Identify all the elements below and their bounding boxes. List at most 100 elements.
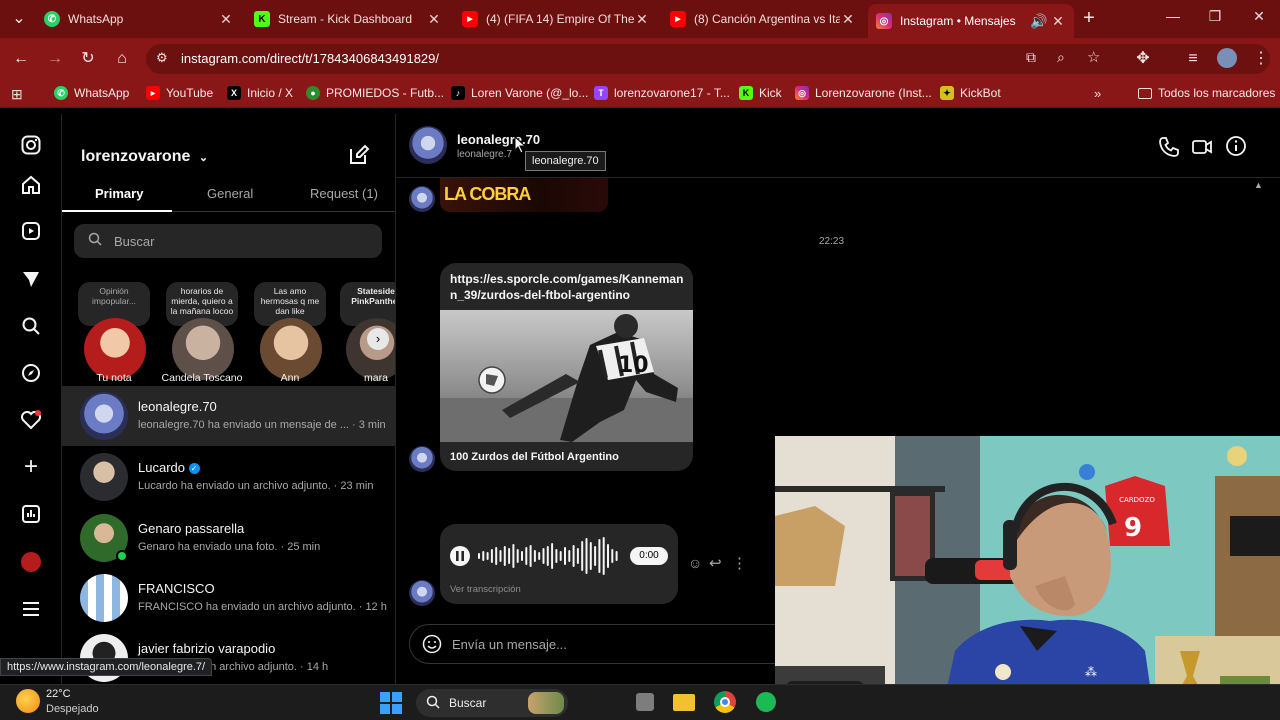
- thread-item[interactable]: Genaro passarella Genaro ha enviado una …: [62, 508, 395, 568]
- address-bar[interactable]: ⚙ instagram.com/direct/t/178434068434918…: [146, 44, 1270, 74]
- close-window-icon[interactable]: ✕: [1244, 8, 1274, 25]
- back-icon[interactable]: ←: [10, 48, 32, 70]
- create-icon[interactable]: +: [19, 453, 43, 480]
- task-view-icon[interactable]: [636, 693, 654, 711]
- chat-avatar[interactable]: [409, 126, 447, 164]
- more-bookmarks-icon[interactable]: »: [1094, 86, 1101, 101]
- thread-item[interactable]: FRANCISCO FRANCISCO ha enviado un archiv…: [62, 568, 395, 628]
- file-explorer-icon[interactable]: [673, 694, 695, 711]
- restore-icon[interactable]: ❐: [1200, 8, 1230, 25]
- forward-icon[interactable]: →: [44, 48, 66, 70]
- address-url[interactable]: instagram.com/direct/t/17843406843491829…: [181, 51, 439, 66]
- media-control-icon[interactable]: ≡: [1182, 48, 1204, 70]
- new-message-icon[interactable]: [348, 144, 370, 171]
- all-bookmarks-folder[interactable]: Todos los marcadores: [1138, 86, 1275, 100]
- thread-item[interactable]: leonalegre.70 leonalegre.70 ha enviado u…: [62, 386, 395, 446]
- inbox-account-switcher[interactable]: lorenzovarone ⌄: [81, 148, 208, 166]
- more-menu-icon[interactable]: [19, 597, 43, 621]
- bookmark-youtube[interactable]: ▶ YouTube: [146, 86, 213, 100]
- bookmark-label: Todos los marcadores: [1158, 86, 1276, 100]
- bookmark-twitch[interactable]: Tlorenzovarone17 - T...: [594, 86, 730, 100]
- tab-audio-icon[interactable]: 🔊: [1028, 13, 1050, 30]
- close-tab-icon[interactable]: ✕: [840, 11, 856, 28]
- message-composer[interactable]: Envía un mensaje...: [409, 624, 809, 664]
- messages-icon[interactable]: [19, 267, 43, 291]
- tab-requests[interactable]: Request (1): [310, 186, 378, 201]
- search-icon[interactable]: [19, 314, 43, 338]
- bookmark-star-icon[interactable]: ☆: [1087, 48, 1100, 66]
- bookmark-promiedos[interactable]: ● PROMIEDOS - Futb...: [306, 86, 444, 100]
- conversation-info-icon[interactable]: [1225, 135, 1247, 162]
- bookmark-kickbot[interactable]: ✦ KickBot: [940, 86, 1001, 100]
- scroll-up-arrow-icon[interactable]: ▲: [1254, 180, 1263, 190]
- profile-avatar[interactable]: [1217, 48, 1237, 68]
- thread-item[interactable]: Lucardo ✓ Lucardo ha enviado un archivo …: [62, 447, 395, 507]
- tab-search-icon[interactable]: ⌄: [8, 8, 30, 30]
- notes-next-arrow-icon[interactable]: ›: [367, 328, 389, 350]
- tab-general[interactable]: General: [207, 186, 253, 201]
- avatar: [172, 318, 234, 380]
- tab-kick[interactable]: K Stream - Kick Dashboard ✕: [246, 4, 450, 34]
- link-preview-message[interactable]: https://es.sporcle.com/games/Kannemann_3…: [440, 263, 693, 471]
- tab-title: WhatsApp: [68, 12, 124, 26]
- close-tab-icon[interactable]: ✕: [426, 11, 442, 28]
- shared-image-message[interactable]: LA COBRA: [440, 178, 608, 212]
- home-icon[interactable]: ⌂: [111, 48, 133, 70]
- menu-icon[interactable]: ⋮: [1250, 48, 1272, 70]
- tab-instagram[interactable]: ◎ Instagram • Mensajes 🔊 ✕: [868, 4, 1074, 38]
- zoom-icon[interactable]: ⌕: [1057, 49, 1065, 66]
- link-title[interactable]: 100 Zurdos del Fútbol Argentino: [450, 451, 619, 463]
- chat-contact-name[interactable]: leonalegre.70: [457, 132, 540, 147]
- view-transcription-link[interactable]: Ver transcripción: [450, 584, 521, 595]
- reels-icon[interactable]: [19, 219, 43, 243]
- home-icon[interactable]: [19, 173, 43, 197]
- start-button[interactable]: [380, 692, 402, 719]
- video-call-icon[interactable]: [1191, 136, 1213, 163]
- bookmark-whatsapp[interactable]: ✆ WhatsApp: [54, 86, 129, 100]
- tab-whatsapp[interactable]: ✆ WhatsApp ✕: [36, 4, 242, 34]
- dashboard-icon[interactable]: [19, 502, 43, 526]
- tab-title: Stream - Kick Dashboard: [278, 12, 413, 26]
- close-tab-icon[interactable]: ✕: [1050, 13, 1066, 30]
- close-tab-icon[interactable]: ✕: [218, 11, 234, 28]
- bookmark-x[interactable]: X Inicio / X: [227, 86, 293, 100]
- avatar: [80, 574, 128, 622]
- more-options-icon[interactable]: ⋮: [732, 554, 747, 572]
- waveform-bar: [521, 551, 523, 561]
- apps-grid-icon[interactable]: ⊞: [11, 86, 23, 103]
- voice-message[interactable]: 0:00 Ver transcripción: [440, 524, 678, 604]
- notifications-heart-icon[interactable]: [19, 408, 43, 432]
- avatar: [260, 318, 322, 380]
- close-tab-icon[interactable]: ✕: [634, 11, 650, 28]
- minimize-icon[interactable]: —: [1158, 8, 1188, 24]
- link-url[interactable]: https://es.sporcle.com/games/Kannemann_3…: [450, 271, 686, 303]
- site-info-icon[interactable]: ⚙: [156, 50, 168, 66]
- chrome-icon[interactable]: [714, 691, 736, 713]
- bookmark-label: lorenzovarone17 - T...: [614, 86, 730, 100]
- bookmark-tiktok[interactable]: ♪ Loren Varone (@_lo...: [451, 86, 588, 100]
- pause-button[interactable]: [450, 546, 470, 566]
- taskbar-search[interactable]: Buscar: [416, 689, 568, 717]
- audio-waveform[interactable]: [476, 536, 624, 576]
- react-emoji-icon[interactable]: ☺: [688, 555, 702, 571]
- reply-icon[interactable]: ↩: [709, 554, 722, 572]
- tab-youtube-cancion[interactable]: ▶ (8) Canción Argentina vs Ita ✕: [662, 4, 864, 34]
- install-app-icon[interactable]: ⧉: [1026, 49, 1036, 66]
- extensions-icon[interactable]: ✥: [1132, 48, 1154, 70]
- explore-icon[interactable]: [19, 361, 43, 385]
- audio-call-icon[interactable]: [1158, 136, 1180, 163]
- search-input[interactable]: Buscar: [74, 224, 382, 258]
- tab-youtube-fifa[interactable]: ▶ (4) (FIFA 14) Empire Of The S ✕: [454, 4, 658, 34]
- instagram-logo-icon[interactable]: [19, 133, 43, 157]
- weather-sun-icon[interactable]: [16, 689, 40, 713]
- reload-icon[interactable]: ↻: [77, 48, 99, 70]
- bookmark-instagram[interactable]: ◎ Lorenzovarone (Inst...: [795, 86, 932, 100]
- new-tab-icon[interactable]: +: [1078, 7, 1100, 29]
- profile-avatar[interactable]: [19, 550, 43, 574]
- spotify-icon[interactable]: [756, 692, 776, 712]
- waveform-bar: [508, 548, 511, 564]
- emoji-picker-icon[interactable]: [422, 634, 442, 659]
- bookmark-kick[interactable]: K Kick: [739, 86, 782, 100]
- instagram-icon: ◎: [795, 86, 809, 100]
- tab-primary[interactable]: Primary: [95, 186, 143, 201]
